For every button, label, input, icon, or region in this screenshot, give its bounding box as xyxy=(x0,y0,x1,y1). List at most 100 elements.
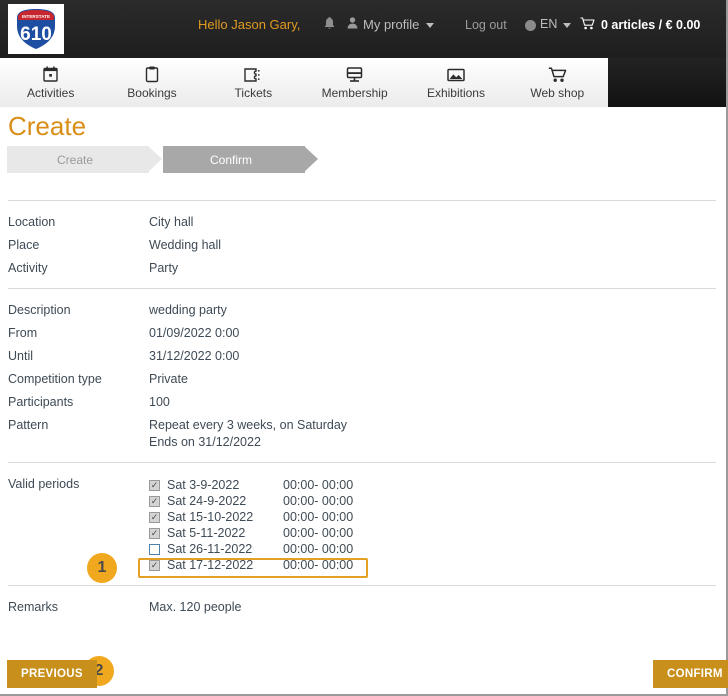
detail-row-remarks: Remarks Max. 120 people xyxy=(0,596,724,619)
valid-period-date-3: Sat 15-10-2022 xyxy=(167,510,283,524)
valid-period-time-1: 00:00- 00:00 xyxy=(283,478,353,492)
annotation-badge-1: 1 xyxy=(87,553,117,583)
nav-bar-wrapper: Activities Bookings xyxy=(0,58,726,107)
ticket-icon xyxy=(244,65,263,84)
valid-period-checkbox-4[interactable]: ✓ xyxy=(149,528,160,539)
detail-value-place: Wedding hall xyxy=(149,237,221,254)
valid-period-time-4: 00:00- 00:00 xyxy=(283,526,353,540)
language-label: EN xyxy=(540,17,557,31)
detail-value-description: wedding party xyxy=(149,302,227,319)
previous-button[interactable]: PREVIOUS xyxy=(7,660,97,688)
detail-row-pattern: Pattern Repeat every 3 weeks, on Saturda… xyxy=(0,414,724,454)
calendar-icon xyxy=(43,65,58,84)
valid-period-checkbox-6[interactable]: ✓ xyxy=(149,560,160,571)
valid-period-time-6: 00:00- 00:00 xyxy=(283,558,353,572)
nav-item-membership[interactable]: Membership xyxy=(304,58,405,107)
logout-link[interactable]: Log out xyxy=(465,18,507,32)
top-bar: INTERSTATE 610 Hello Jason Gary, My prof… xyxy=(0,0,726,58)
shopping-cart-icon xyxy=(548,65,567,84)
valid-period-date-4: Sat 5-11-2022 xyxy=(167,526,283,540)
step-confirm[interactable]: Confirm xyxy=(163,146,305,173)
nav-label-exhibitions: Exhibitions xyxy=(427,86,485,100)
clipboard-icon xyxy=(145,65,159,84)
valid-period-checkbox-5[interactable] xyxy=(149,544,160,555)
detail-group-location: Location City hall Place Wedding hall Ac… xyxy=(0,201,724,288)
step-create[interactable]: Create xyxy=(7,146,149,173)
app-window: INTERSTATE 610 Hello Jason Gary, My prof… xyxy=(0,0,728,696)
nav-item-bookings[interactable]: Bookings xyxy=(101,58,202,107)
valid-periods-label: Valid periods xyxy=(8,477,149,573)
detail-label-competition-type: Competition type xyxy=(8,371,149,388)
greeting-text: Hello Jason Gary, xyxy=(198,17,300,32)
valid-periods-list: ✓ Sat 3-9-2022 00:00- 00:00 ✓ Sat 24-9-2… xyxy=(149,477,353,573)
valid-period-checkbox-1[interactable]: ✓ xyxy=(149,480,160,491)
nav-item-exhibitions[interactable]: Exhibitions xyxy=(405,58,506,107)
valid-period-date-6: Sat 17-12-2022 xyxy=(167,558,283,572)
detail-value-remarks: Max. 120 people xyxy=(149,599,241,616)
nav-label-web-shop: Web shop xyxy=(530,86,584,100)
person-icon xyxy=(347,17,358,32)
detail-row-place: Place Wedding hall xyxy=(0,234,724,257)
svg-text:INTERSTATE: INTERSTATE xyxy=(22,14,50,19)
detail-row-competition-type: Competition type Private xyxy=(0,368,724,391)
valid-period-checkbox-2[interactable]: ✓ xyxy=(149,496,160,507)
detail-value-pattern: Repeat every 3 weeks, on Saturday Ends o… xyxy=(149,417,347,451)
valid-period-time-2: 00:00- 00:00 xyxy=(283,494,353,508)
svg-text:610: 610 xyxy=(20,24,52,45)
valid-period-time-5: 00:00- 00:00 xyxy=(283,542,353,556)
bell-glyph xyxy=(323,17,336,31)
shopping-cart-summary[interactable]: 0 articles / € 0.00 xyxy=(580,17,700,33)
valid-period-item-5[interactable]: Sat 26-11-2022 00:00- 00:00 xyxy=(149,541,353,557)
step-confirm-label: Confirm xyxy=(210,153,252,167)
detail-group-remarks: Remarks Max. 120 people xyxy=(0,586,724,627)
valid-period-item-3[interactable]: ✓ Sat 15-10-2022 00:00- 00:00 xyxy=(149,509,353,525)
confirm-button[interactable]: CONFIRM xyxy=(653,660,728,688)
bell-icon[interactable] xyxy=(323,17,336,33)
my-profile-menu[interactable]: My profile xyxy=(347,17,434,32)
detail-value-until: 31/12/2022 0:00 xyxy=(149,348,239,365)
valid-period-item-2[interactable]: ✓ Sat 24-9-2022 00:00- 00:00 xyxy=(149,493,353,509)
valid-period-item-1[interactable]: ✓ Sat 3-9-2022 00:00- 00:00 xyxy=(149,477,353,493)
step-arrow xyxy=(304,146,318,172)
nav-label-membership: Membership xyxy=(322,86,388,100)
detail-label-description: Description xyxy=(8,302,149,319)
valid-period-checkbox-3[interactable]: ✓ xyxy=(149,512,160,523)
valid-period-item-4[interactable]: ✓ Sat 5-11-2022 00:00- 00:00 xyxy=(149,525,353,541)
valid-period-date-5: Sat 26-11-2022 xyxy=(167,542,283,556)
valid-period-date-2: Sat 24-9-2022 xyxy=(167,494,283,508)
image-icon xyxy=(447,65,465,84)
globe-icon xyxy=(525,20,536,31)
wizard-stepper: Create Confirm xyxy=(7,146,305,173)
step-create-label: Create xyxy=(57,153,93,167)
detail-row-description: Description wedding party xyxy=(0,299,724,322)
detail-label-location: Location xyxy=(8,214,149,231)
valid-period-time-3: 00:00- 00:00 xyxy=(283,510,353,524)
detail-row-from: From 01/09/2022 0:00 xyxy=(0,322,724,345)
valid-period-item-6[interactable]: ✓ Sat 17-12-2022 00:00- 00:00 xyxy=(149,557,353,573)
detail-row-participants: Participants 100 xyxy=(0,391,724,414)
page-title: Create xyxy=(8,111,86,142)
detail-group-main: Description wedding party From 01/09/202… xyxy=(0,289,724,462)
shopping-cart-icon xyxy=(580,17,595,33)
nav-item-activities[interactable]: Activities xyxy=(0,58,101,107)
nav-item-tickets[interactable]: Tickets xyxy=(203,58,304,107)
nav-label-tickets: Tickets xyxy=(235,86,273,100)
my-profile-label: My profile xyxy=(363,17,419,32)
nav-item-web-shop[interactable]: Web shop xyxy=(507,58,608,107)
detail-label-participants: Participants xyxy=(8,394,149,411)
nav-label-activities: Activities xyxy=(27,86,74,100)
detail-value-activity: Party xyxy=(149,260,178,277)
detail-row-until: Until 31/12/2022 0:00 xyxy=(0,345,724,368)
language-selector[interactable]: EN xyxy=(525,17,571,31)
chevron-down-icon xyxy=(563,23,571,28)
detail-label-until: Until xyxy=(8,348,149,365)
detail-value-location: City hall xyxy=(149,214,193,231)
cart-label: 0 articles / € 0.00 xyxy=(601,18,700,32)
detail-value-from: 01/09/2022 0:00 xyxy=(149,325,239,342)
valid-period-date-1: Sat 3-9-2022 xyxy=(167,478,283,492)
interstate-610-shield-icon: INTERSTATE 610 xyxy=(13,8,59,50)
cart-glyph xyxy=(580,17,595,30)
detail-label-place: Place xyxy=(8,237,149,254)
site-logo[interactable]: INTERSTATE 610 xyxy=(8,4,64,54)
nav-label-bookings: Bookings xyxy=(127,86,176,100)
